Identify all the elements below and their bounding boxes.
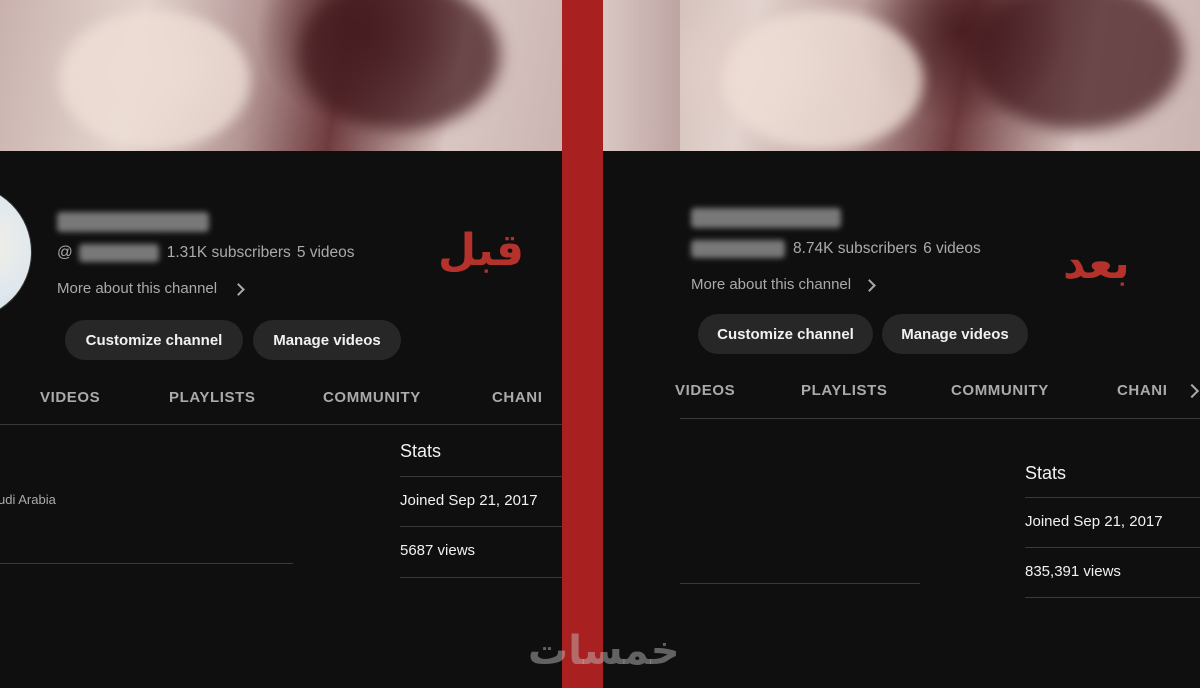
- channel-avatar[interactable]: [0, 184, 32, 320]
- tab-videos[interactable]: VIDEOS: [40, 389, 100, 406]
- view-count: 835,391 views: [1025, 563, 1121, 580]
- after-label: بعد: [1063, 238, 1132, 289]
- stats-title: Stats: [1025, 463, 1067, 483]
- channel-banner: [0, 0, 562, 151]
- channel-meta: 8.74K subscribers 6 videos: [691, 240, 987, 258]
- more-about-link[interactable]: More about this channel: [691, 276, 851, 293]
- after-panel: 8.74K subscribers 6 videos More about thi…: [603, 0, 1200, 688]
- subscriber-count: 1.31K subscribers: [166, 244, 291, 262]
- stats-divider: [1025, 547, 1200, 548]
- watermark-logo: خمسات: [528, 628, 680, 674]
- banner-hand: [723, 10, 923, 150]
- tab-community[interactable]: COMMUNITY: [323, 389, 421, 406]
- banner-strip: [603, 0, 680, 151]
- details-divider: [680, 583, 920, 584]
- handle-prefix: @: [57, 244, 73, 262]
- banner-hand: [60, 10, 250, 150]
- details-divider: [0, 563, 293, 564]
- comparison-divider: [562, 0, 603, 688]
- tab-videos[interactable]: VIDEOS: [675, 382, 735, 399]
- stats-divider: [400, 577, 562, 578]
- joined-date: Joined Sep 21, 2017: [400, 492, 538, 509]
- chevron-right-icon[interactable]: [863, 279, 876, 292]
- customize-channel-button[interactable]: Customize channel: [698, 314, 873, 354]
- video-count: 5 videos: [296, 244, 355, 262]
- location-text: udi Arabia: [0, 492, 56, 507]
- channel-meta: @1.31K subscribers 5 videos: [57, 244, 361, 262]
- before-panel: @1.31K subscribers 5 videos More about th…: [0, 0, 562, 688]
- stats-divider: [400, 476, 562, 477]
- video-count: 6 videos: [923, 240, 981, 258]
- manage-videos-button[interactable]: Manage videos: [882, 314, 1028, 354]
- tab-channels[interactable]: CHANI: [492, 389, 543, 406]
- stats-title: Stats: [400, 441, 442, 461]
- manage-videos-button[interactable]: Manage videos: [253, 320, 401, 360]
- scroll-right-icon[interactable]: [1184, 383, 1200, 399]
- banner-hair: [973, 0, 1183, 130]
- chevron-right-icon[interactable]: [232, 283, 245, 296]
- customize-channel-button[interactable]: Customize channel: [65, 320, 243, 360]
- tabs-divider: [0, 424, 562, 425]
- stats-divider: [400, 526, 562, 527]
- channel-name-blurred: [57, 212, 209, 232]
- stats-divider: [1025, 497, 1200, 498]
- stats-divider: [1025, 597, 1200, 598]
- tab-playlists[interactable]: PLAYLISTS: [801, 382, 888, 399]
- handle-blurred: [691, 240, 785, 258]
- joined-date: Joined Sep 21, 2017: [1025, 513, 1163, 530]
- banner-hair: [300, 0, 500, 130]
- tab-playlists[interactable]: PLAYLISTS: [169, 389, 256, 406]
- channel-name-blurred: [691, 208, 841, 228]
- tabs-divider: [680, 418, 1200, 419]
- tab-channels[interactable]: CHANI: [1117, 382, 1168, 399]
- tab-community[interactable]: COMMUNITY: [951, 382, 1049, 399]
- view-count: 5687 views: [400, 542, 476, 559]
- before-label: قبل: [438, 225, 526, 276]
- subscriber-count: 8.74K subscribers: [793, 240, 918, 258]
- more-about-link[interactable]: More about this channel: [57, 280, 217, 297]
- channel-banner: [603, 0, 1200, 151]
- handle-blurred: [78, 244, 159, 262]
